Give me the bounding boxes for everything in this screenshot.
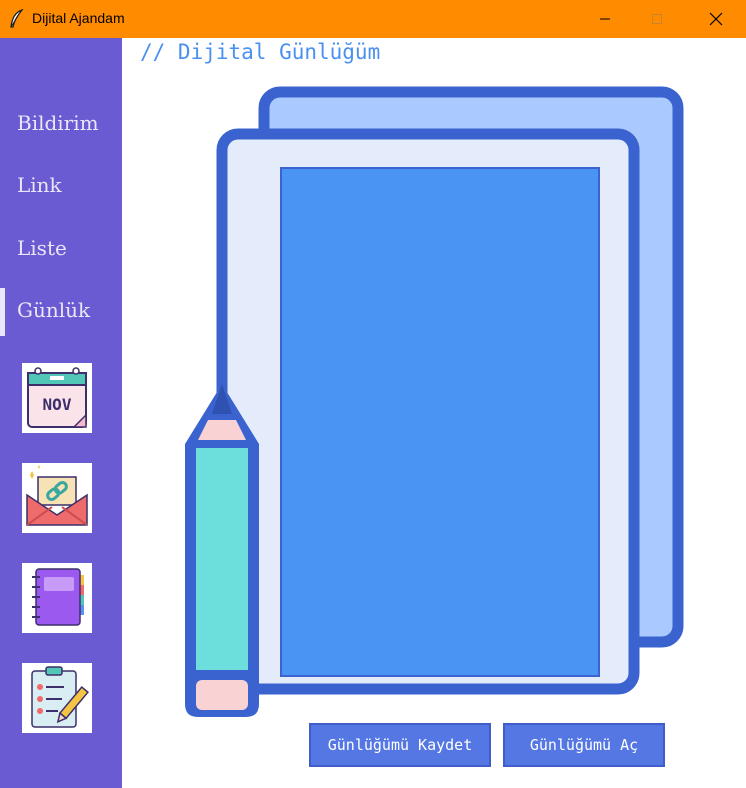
notebook-illustration [185,86,684,717]
close-icon [709,12,723,26]
sidebar-item-gunluk[interactable]: Günlük [17,298,90,322]
close-button[interactable] [693,0,739,38]
calendar-tile-text: NOV [43,395,72,414]
pencil-illustration [185,384,259,717]
diary-text-area[interactable] [280,167,600,677]
sidebar-item-link[interactable]: Link [17,173,62,197]
open-diary-button[interactable]: Günlüğümü Aç [503,723,665,767]
page-title: // Dijital Günlüğüm [140,40,381,64]
sidebar-item-liste[interactable]: Liste [17,236,67,260]
calendar-tile[interactable]: NOV [22,363,92,433]
notebook-icon [32,568,84,626]
mail-link-tile[interactable] [22,463,92,533]
notebook-tile[interactable] [22,563,92,633]
maximize-button[interactable] [634,0,680,38]
feather-icon [10,9,24,28]
save-diary-button[interactable]: Günlüğümü Kaydet [309,723,491,767]
window-title: Dijital Ajandam [32,10,125,26]
minimize-icon [600,18,610,20]
checklist-tile[interactable] [22,663,92,733]
calendar-icon: NOV [27,367,87,428]
active-indicator [0,288,5,336]
mail-link-icon [26,465,88,526]
maximize-icon [652,14,662,24]
minimize-button[interactable] [582,0,628,38]
sidebar-item-bildirim[interactable]: Bildirim [17,111,99,135]
title-bar: Dijital Ajandam [0,0,746,38]
sidebar: Bildirim Link Liste Günlük NOV [0,38,122,788]
checklist-icon [31,666,89,728]
